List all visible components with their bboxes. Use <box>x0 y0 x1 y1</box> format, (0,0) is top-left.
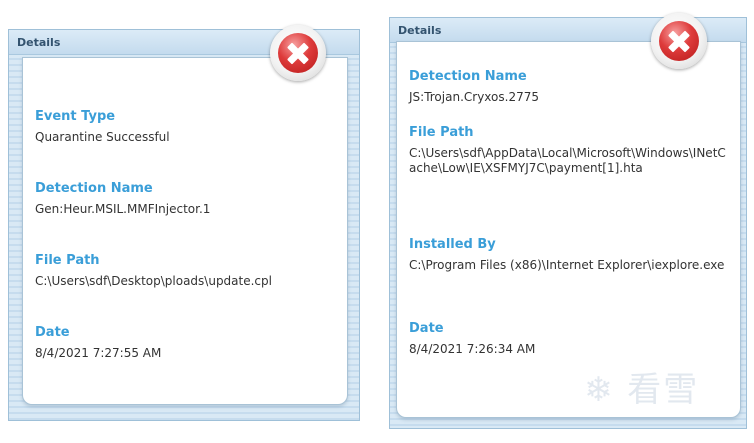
date-field: Date 8/4/2021 7:27:55 AM <box>35 324 335 361</box>
close-icon <box>278 33 318 73</box>
file-path-value: C:\Users\sdf\Desktop\ploads\update.cpl <box>35 274 272 288</box>
event-type-field: Event Type Quarantine Successful <box>35 108 335 145</box>
close-button-left[interactable] <box>270 25 326 81</box>
detection-name-field: Detection Name JS:Trojan.Cryxos.2775 <box>409 68 728 105</box>
file-path-value: C:\Users\sdf\AppData\Local\Microsoft\Win… <box>409 146 726 175</box>
date-value: 8/4/2021 7:27:55 AM <box>35 346 162 360</box>
event-type-value: Quarantine Successful <box>35 130 170 144</box>
date-label: Date <box>35 325 70 340</box>
installed-by-field: Installed By C:\Program Files (x86)\Inte… <box>409 236 728 273</box>
close-button-right[interactable] <box>651 13 707 69</box>
file-path-field: File Path C:\Users\sdf\Desktop\ploads\up… <box>35 252 335 289</box>
details-title: Details <box>398 24 442 37</box>
detection-name-label: Detection Name <box>409 69 527 84</box>
file-path-field: File Path C:\Users\sdf\AppData\Local\Mic… <box>409 124 728 176</box>
date-value: 8/4/2021 7:26:34 AM <box>409 342 536 356</box>
event-type-label: Event Type <box>35 109 116 124</box>
close-icon <box>659 21 699 61</box>
file-path-label: File Path <box>35 253 100 268</box>
details-panel-left: Details Event Type Quarantine Successful… <box>8 29 360 421</box>
installed-by-label: Installed By <box>409 237 496 252</box>
file-path-label: File Path <box>409 125 474 140</box>
date-label: Date <box>409 321 444 336</box>
detection-name-field: Detection Name Gen:Heur.MSIL.MMFInjector… <box>35 180 335 217</box>
details-content: Event Type Quarantine Successful Detecti… <box>22 57 348 405</box>
watermark-logo: ❄ 看雪 <box>584 370 700 410</box>
detection-name-value: JS:Trojan.Cryxos.2775 <box>409 90 539 104</box>
date-field: Date 8/4/2021 7:26:34 AM <box>409 320 728 357</box>
installed-by-value: C:\Program Files (x86)\Internet Explorer… <box>409 258 725 272</box>
detection-name-label: Detection Name <box>35 181 153 196</box>
detection-name-value: Gen:Heur.MSIL.MMFInjector.1 <box>35 202 211 216</box>
details-title: Details <box>17 36 61 49</box>
